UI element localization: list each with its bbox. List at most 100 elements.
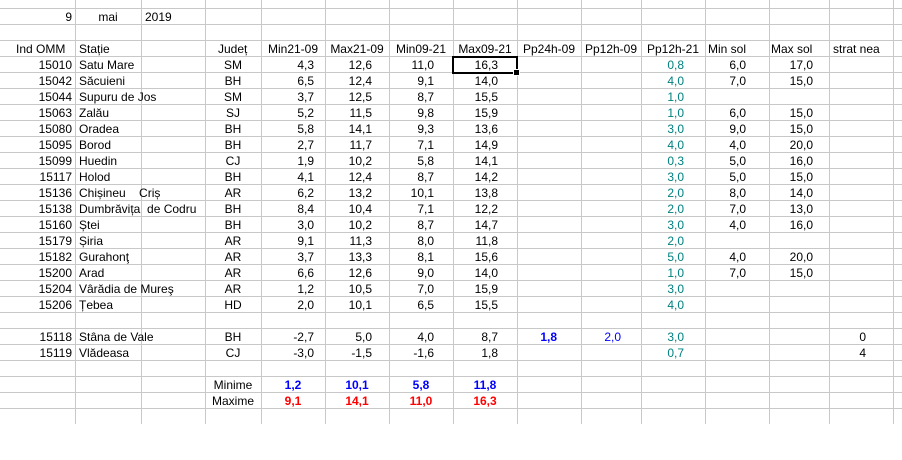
cell-statie[interactable]: Supuru de Jos	[79, 89, 205, 105]
cell-min21-09[interactable]: 6,6	[261, 265, 314, 281]
cell-min21-09[interactable]: 6,2	[261, 185, 314, 201]
cell-min09-21[interactable]: 10,1	[389, 185, 434, 201]
cell-max09-21[interactable]: 15,9	[453, 281, 498, 297]
cell-strat-nea[interactable]	[829, 265, 866, 281]
cell-ind-omm[interactable]: 15099	[0, 153, 72, 169]
cell-min21-09[interactable]: 4,1	[261, 169, 314, 185]
cell-pp24h-09[interactable]: 1,8	[517, 329, 557, 345]
header-max21-09[interactable]: Max21-09	[325, 41, 389, 57]
cell-pp24h-09[interactable]	[517, 153, 557, 169]
cell-pp24h-09[interactable]	[517, 265, 557, 281]
cell-judet[interactable]: BH	[205, 137, 261, 153]
cell-statie[interactable]: Oradea	[79, 121, 205, 137]
cell-strat-nea[interactable]	[829, 137, 866, 153]
cell-max09-21[interactable]: 8,7	[453, 329, 498, 345]
cell-min-sol[interactable]: 9,0	[705, 121, 746, 137]
cell-max09-21[interactable]: 14,7	[453, 217, 498, 233]
cell-max21-09[interactable]: 13,3	[325, 249, 372, 265]
cell-max09-21[interactable]: 15,9	[453, 105, 498, 121]
cell-min09-21[interactable]: 8,1	[389, 249, 434, 265]
cell-max-sol[interactable]: 16,0	[769, 153, 813, 169]
cell-pp24h-09[interactable]	[517, 121, 557, 137]
cell-pp12h-09[interactable]	[581, 153, 621, 169]
cell-min-sol[interactable]: 5,0	[705, 153, 746, 169]
cell-statie[interactable]: Ștei	[79, 217, 205, 233]
cell-strat-nea[interactable]	[829, 297, 866, 313]
cell-min-sol[interactable]: 6,0	[705, 105, 746, 121]
cell-min09-21[interactable]: 7,1	[389, 137, 434, 153]
header-min09-21[interactable]: Min09-21	[389, 41, 453, 57]
cell-pp12h-21[interactable]: 4,0	[641, 297, 684, 313]
header-pp24h-09[interactable]: Pp24h-09	[517, 41, 581, 57]
cell-max09-21[interactable]: 14,0	[453, 265, 498, 281]
cell-ind-omm[interactable]: 15206	[0, 297, 72, 313]
cell-min21-09[interactable]: 2,0	[261, 297, 314, 313]
cell-max21-09[interactable]: 12,4	[325, 73, 372, 89]
cell-max-sol[interactable]	[769, 297, 813, 313]
cell-min09-21[interactable]: 8,7	[389, 169, 434, 185]
cell-min-sol[interactable]: 7,0	[705, 201, 746, 217]
cell-pp12h-21[interactable]: 3,0	[641, 281, 684, 297]
cell-judet[interactable]: BH	[205, 73, 261, 89]
date-month-cell[interactable]: mai	[76, 9, 140, 25]
cell-max21-09[interactable]: 10,4	[325, 201, 372, 217]
header-max-sol[interactable]: Max sol	[771, 41, 829, 57]
cell-min21-09[interactable]: 6,5	[261, 73, 314, 89]
cell-max21-09[interactable]: 5,0	[325, 329, 372, 345]
cell-max09-21[interactable]	[453, 313, 498, 329]
cell-pp12h-21[interactable]: 1,0	[641, 89, 684, 105]
cell-pp12h-09[interactable]	[581, 313, 621, 329]
cell-max09-21[interactable]: 14,1	[453, 153, 498, 169]
cell-strat-nea[interactable]	[829, 153, 866, 169]
cell-min09-21[interactable]: -1,6	[389, 345, 434, 361]
cell-min21-09[interactable]: 5,2	[261, 105, 314, 121]
cell-min09-21[interactable]: 9,3	[389, 121, 434, 137]
cell-min09-21[interactable]: 9,1	[389, 73, 434, 89]
cell-ind-omm[interactable]: 15042	[0, 73, 72, 89]
cell-pp12h-09[interactable]	[581, 233, 621, 249]
cell-max09-21[interactable]: 1,8	[453, 345, 498, 361]
cell-max09-21[interactable]: 15,6	[453, 249, 498, 265]
cell-strat-nea[interactable]	[829, 281, 866, 297]
cell-max-sol[interactable]	[769, 345, 813, 361]
cell-judet[interactable]: BH	[205, 329, 261, 345]
cell-max09-21[interactable]: 15,5	[453, 297, 498, 313]
header-judet[interactable]: Județ	[218, 41, 260, 57]
cell-strat-nea[interactable]	[829, 201, 866, 217]
cell-min21-09[interactable]: 3,0	[261, 217, 314, 233]
cell-pp24h-09[interactable]	[517, 73, 557, 89]
cell-min-sol[interactable]	[705, 281, 746, 297]
cell-max21-09[interactable]: 12,4	[325, 169, 372, 185]
cell-statie[interactable]: Țebea	[79, 297, 205, 313]
cell-min-sol[interactable]	[705, 89, 746, 105]
cell-min21-09[interactable]: 5,8	[261, 121, 314, 137]
cell-max-sol[interactable]	[769, 281, 813, 297]
cell-max-sol[interactable]: 15,0	[769, 73, 813, 89]
cell-ind-omm[interactable]: 15136	[0, 185, 72, 201]
cell-min21-09[interactable]: 1,9	[261, 153, 314, 169]
cell-min21-09[interactable]: 3,7	[261, 89, 314, 105]
cell-max-sol[interactable]: 17,0	[769, 57, 813, 73]
cell-max21-09[interactable]	[325, 313, 372, 329]
minime-label[interactable]: Minime	[205, 377, 261, 393]
cell-pp12h-09[interactable]	[581, 121, 621, 137]
cell-max21-09[interactable]: 11,7	[325, 137, 372, 153]
cell-pp24h-09[interactable]	[517, 313, 557, 329]
cell-strat-nea[interactable]	[829, 121, 866, 137]
cell-statie[interactable]: Satu Mare	[79, 57, 205, 73]
cell-pp12h-21[interactable]: 3,0	[641, 329, 684, 345]
cell-min-sol[interactable]: 7,0	[705, 73, 746, 89]
header-ind-omm[interactable]: Ind OMM	[16, 41, 74, 57]
cell-pp12h-21[interactable]: 2,0	[641, 233, 684, 249]
cell-min09-21[interactable]: 4,0	[389, 329, 434, 345]
cell-strat-nea[interactable]	[829, 249, 866, 265]
header-max09-21[interactable]: Max09-21	[453, 41, 517, 57]
cell-pp24h-09[interactable]	[517, 297, 557, 313]
cell-max21-09[interactable]: 11,5	[325, 105, 372, 121]
cell-min09-21[interactable]: 8,7	[389, 217, 434, 233]
cell-judet[interactable]	[205, 313, 261, 329]
cell-min09-21[interactable]: 5,8	[389, 153, 434, 169]
cell-ind-omm[interactable]: 15160	[0, 217, 72, 233]
cell-statie[interactable]: Vârădia de Mureş	[79, 281, 205, 297]
cell-pp24h-09[interactable]	[517, 137, 557, 153]
